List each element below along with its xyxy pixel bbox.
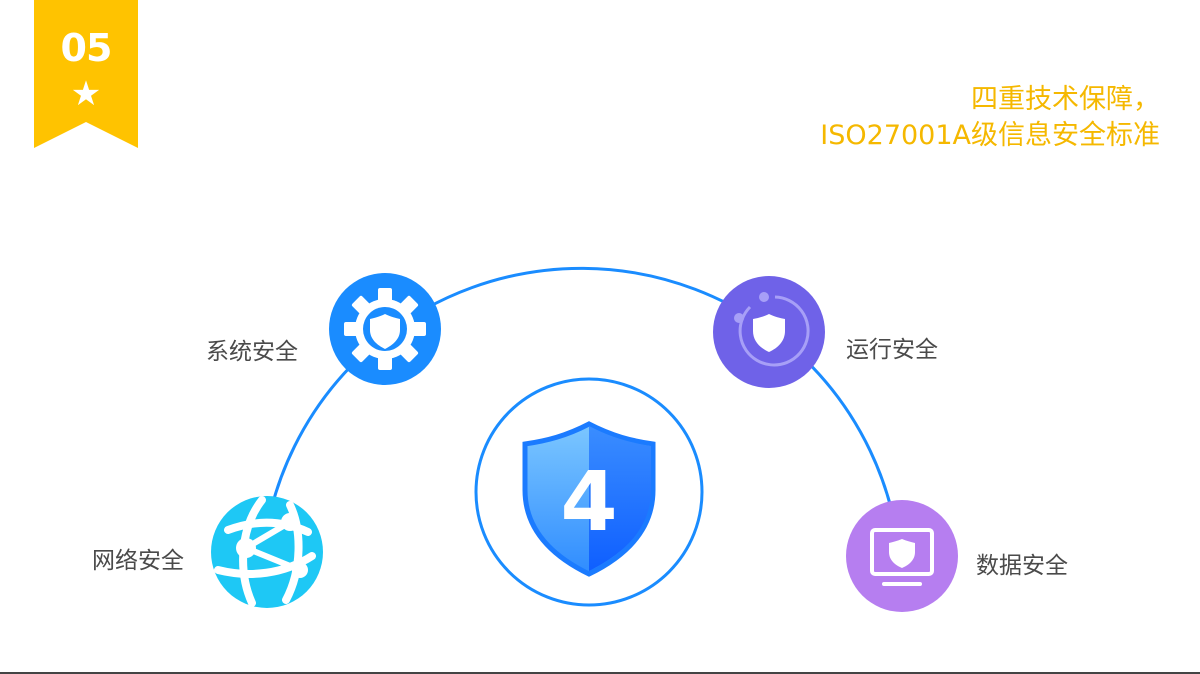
label-data-security: 数据安全 [976,553,1068,579]
node-data-security [846,500,958,612]
center-shield: 4 [474,377,704,607]
node-network-security [211,496,323,608]
label-system-security: 系统安全 [206,339,298,365]
center-number: 4 [560,455,617,550]
node-operation-security [713,276,825,388]
label-operation-security: 运行安全 [846,337,938,363]
node-system-security [329,273,441,385]
label-network-security: 网络安全 [92,548,184,574]
